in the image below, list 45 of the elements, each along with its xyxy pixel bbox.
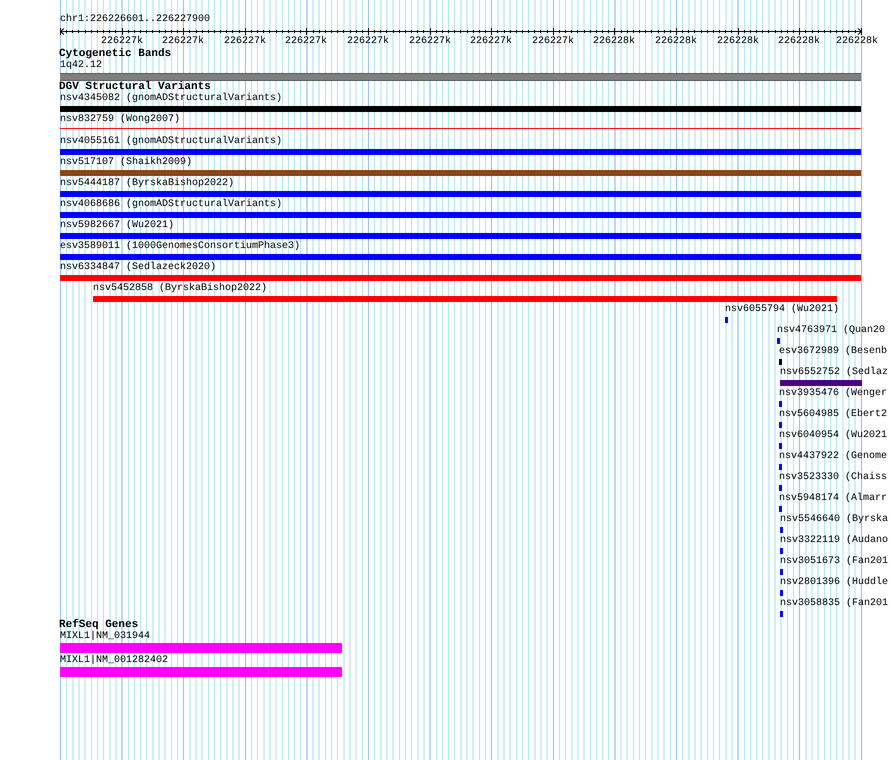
tick-label: 226227k (409, 36, 452, 48)
feature-label: nsv3322119 (Audano (780, 535, 888, 547)
feature-label: nsv5444187 (ByrskaBishop2022) (60, 178, 234, 190)
feature-label: nsv4055161 (gnomADStructuralVariants) (60, 136, 282, 148)
tick-label: 226228k (778, 36, 820, 48)
feature-label: nsv3523330 (Chaiss (779, 472, 888, 484)
tick-label: 226228k (717, 36, 760, 48)
tick-label: 226228k (836, 36, 878, 48)
tick-label: 226227k (532, 36, 574, 48)
location-label: chr1:226226601..226227900 (60, 13, 212, 26)
feature-label: nsv5452858 (ByrskaBishop2022) (93, 283, 268, 295)
track-title: DGV Structural Variants (59, 81, 211, 93)
feature-label: nsv5982667 (Wu2021) (60, 220, 174, 232)
feature-label: nsv4068686 (gnomADStructuralVariants) (60, 199, 282, 211)
feature-label: 1q42.12 (60, 60, 102, 72)
tick-label: 226227k (162, 36, 204, 48)
tick-label: 226228k (593, 36, 636, 48)
feature-label: nsv5604985 (Ebert2 (779, 409, 888, 421)
feature-label: nsv6040954 (Wu2021 (779, 430, 888, 442)
feature-label: MIXL1|NM_031944 (60, 631, 150, 643)
track-title: RefSeq Genes (59, 619, 138, 631)
feature-label: nsv2801396 (Huddle (780, 577, 888, 589)
feature-label: nsv5948174 (Almarr (779, 493, 888, 505)
feature-label: nsv5546640 (Byrska (780, 514, 888, 526)
tick-label: 226227k (470, 36, 512, 48)
tick-label: 226227k (101, 36, 144, 48)
feature-label: nsv6334847 (Sedlazeck2020) (60, 262, 216, 274)
feature-label: esv3589011 (1000GenomesConsortiumPhase3) (60, 241, 300, 253)
feature-label: MIXL1|NM_001282402 (60, 655, 168, 667)
feature-label: esv3672989 (Besenb (779, 346, 888, 358)
feature-label: nsv3051673 (Fan201 (780, 556, 888, 568)
tick-label: 226228k (655, 36, 698, 48)
feature-label: nsv6055794 (Wu2021) (725, 304, 840, 316)
tick-label: 226227k (285, 36, 328, 48)
feature-label: nsv517107 (Shaikh2009) (60, 157, 192, 169)
feature-label: nsv832759 (Wong2007) (60, 114, 180, 126)
feature-label: nsv6552752 (Sedlaz (780, 367, 888, 379)
feature-label: nsv3935476 (Wenger (779, 388, 888, 400)
tick-label: 226227k (347, 36, 390, 48)
feature-label: nsv3058835 (Fan201 (780, 598, 888, 610)
feature-label: nsv4437922 (Genome (779, 451, 888, 463)
feature-label: nsv4345082 (gnomADStructuralVariants) (60, 93, 282, 105)
tick-label: 226227k (224, 36, 266, 48)
feature-label: nsv4763971 (Quan20 (777, 325, 886, 337)
track-title: Cytogenetic Bands (59, 48, 172, 60)
